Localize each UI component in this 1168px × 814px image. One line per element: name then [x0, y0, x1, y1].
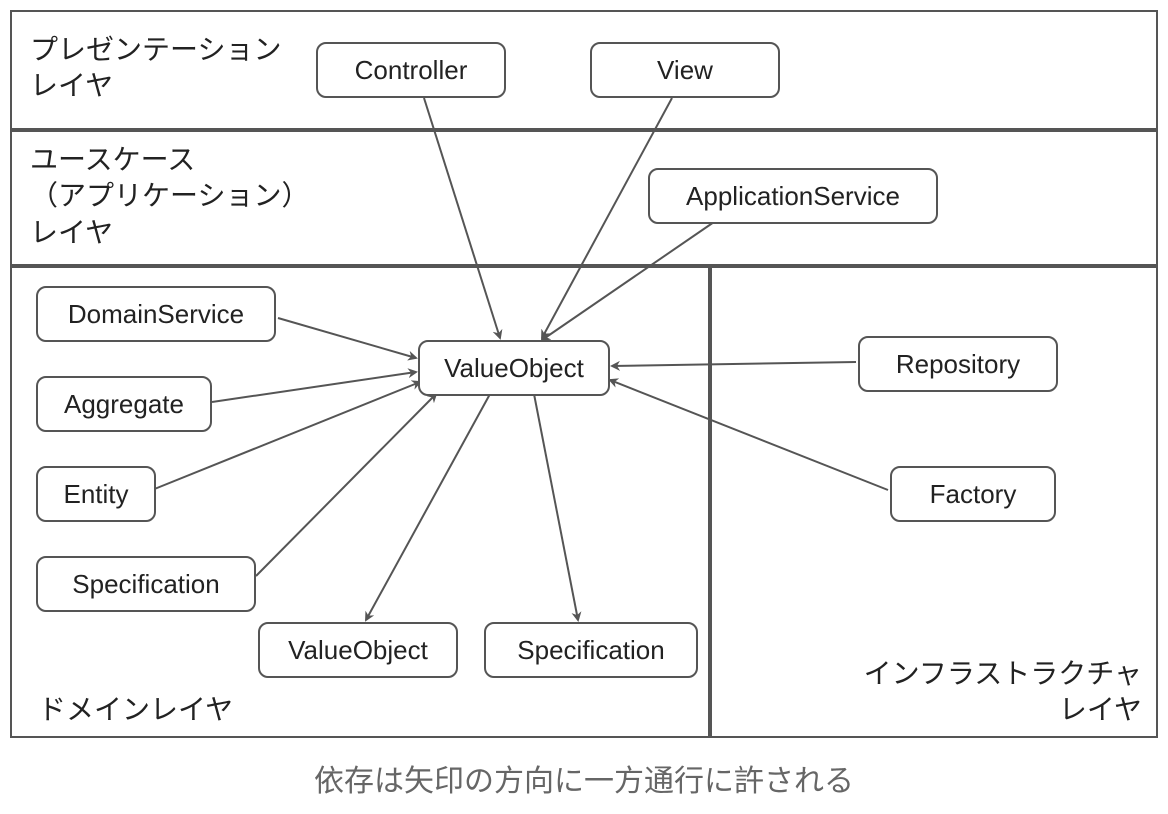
node-controller: Controller [316, 42, 506, 98]
node-entity: Entity [36, 466, 156, 522]
node-aggregate: Aggregate [36, 376, 212, 432]
diagram-canvas: プレゼンテーション レイヤ ユースケース （アプリケーション） レイヤ ドメイン… [0, 0, 1168, 814]
node-view: View [590, 42, 780, 98]
diagram-caption: 依存は矢印の方向に一方通行に許される [0, 756, 1168, 800]
node-value-object-2: ValueObject [258, 622, 458, 678]
layer-domain-label: ドメインレイヤ [38, 692, 233, 728]
layer-usecase-label: ユースケース （アプリケーション） レイヤ [30, 142, 309, 251]
node-application-service: ApplicationService [648, 168, 938, 224]
node-factory: Factory [890, 466, 1056, 522]
node-repository: Repository [858, 336, 1058, 392]
node-specification: Specification [36, 556, 256, 612]
node-value-object: ValueObject [418, 340, 610, 396]
layer-infra-label: インフラストラクチャ レイヤ [864, 656, 1142, 729]
layer-presentation-label: プレゼンテーション レイヤ [30, 32, 281, 105]
node-specification-2: Specification [484, 622, 698, 678]
node-domain-service: DomainService [36, 286, 276, 342]
